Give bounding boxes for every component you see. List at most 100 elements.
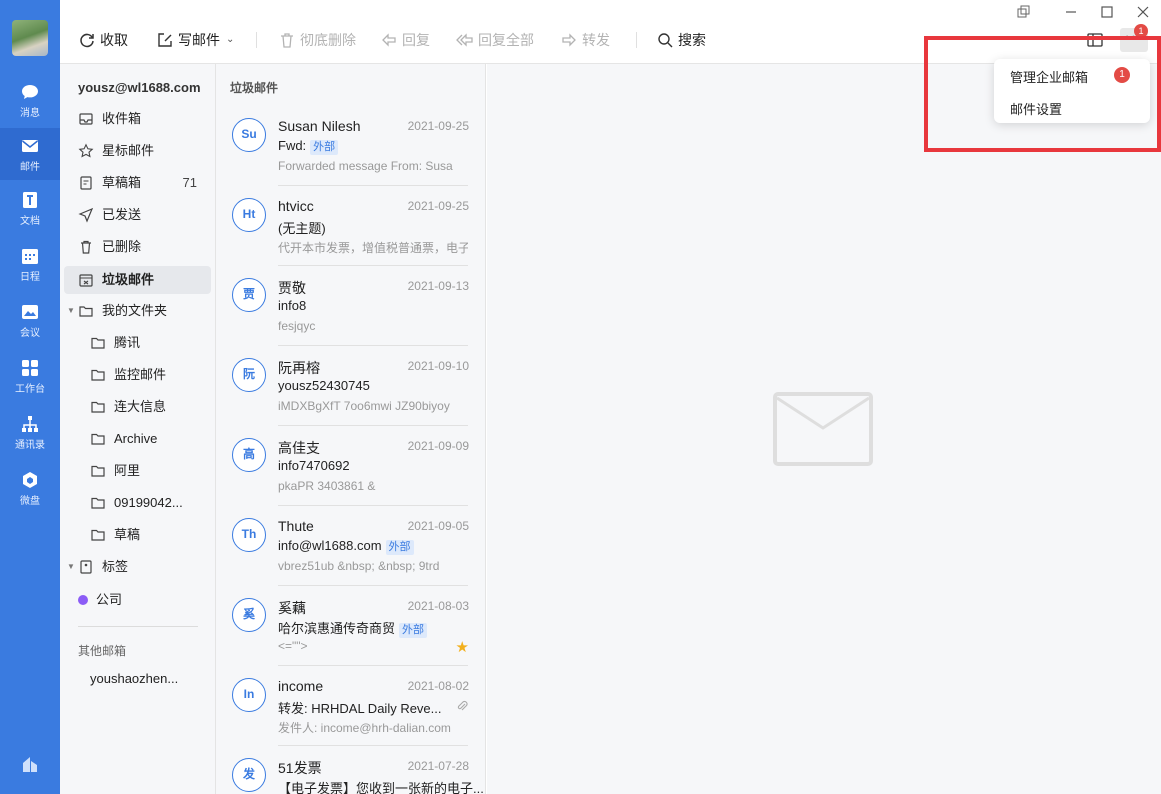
mail-item[interactable]: 发 51发票 2021-07-28 【电子发票】您收到一张新的电子... [216, 746, 485, 794]
mail-item[interactable]: Ht htvicc 2021-09-25 (无主题) 代开本市发票，增值税普通票，电子 [216, 186, 485, 266]
folder-item[interactable]: 连大信息 [64, 393, 211, 421]
folder-icon [91, 337, 105, 349]
chevron-down-icon[interactable]: ⌄ [226, 30, 234, 50]
search-icon [658, 33, 673, 48]
folder-icon [91, 497, 105, 509]
star-icon[interactable]: ★ [456, 638, 469, 656]
receive-button[interactable]: 收取 [78, 30, 128, 50]
popout-icon[interactable] [1015, 4, 1031, 20]
receive-label: 收取 [100, 32, 128, 48]
folder-stack-icon [79, 306, 93, 317]
folder-label: 草稿 [114, 527, 141, 542]
folder-item[interactable]: 阿里 [64, 457, 211, 485]
folder-item[interactable]: 腾讯 [64, 329, 211, 357]
workbench-icon [22, 360, 38, 376]
compose-icon [158, 33, 172, 47]
folder-group-tags[interactable]: ▼ 标签 [64, 553, 211, 581]
sender-avatar: 贾 [232, 278, 266, 312]
folder-spam[interactable]: 垃圾邮件 [64, 266, 211, 294]
mail-item[interactable]: 高高佳支 2021-09-09 info7470692 pkaPR 3403861 & [216, 426, 485, 506]
close-icon[interactable] [1135, 4, 1151, 20]
external-tag: 外部 [310, 140, 339, 155]
mail-subject: Fwd: 外部 [278, 138, 339, 155]
mail-item[interactable]: 奚奚藕 2021-08-03 哈尔滨惠通传奇商贸 外部 <=""> ★ [216, 586, 485, 666]
sidebar-item-meeting[interactable]: 会议 [0, 294, 60, 346]
sidebar-item-label: 邮件 [20, 162, 40, 173]
folder-item[interactable]: Archive [64, 425, 211, 453]
folder-drafts[interactable]: 草稿箱 71 [64, 169, 211, 197]
mail-subject-text: 【电子发票】您收到一张新的电子... [278, 781, 484, 794]
mail-subject-text: info@wl1688.com [278, 538, 382, 553]
other-mailbox-account[interactable]: youshaozhen... [90, 671, 178, 686]
minimize-icon[interactable] [1063, 4, 1079, 20]
mail-item[interactable]: Su Susan Nilesh 2021-09-25 Fwd: 外部 Forwarded … [216, 106, 485, 186]
folder-inbox[interactable]: 收件箱 [64, 105, 211, 133]
folder-label: 监控邮件 [114, 367, 167, 382]
search-button[interactable]: 搜索 [656, 30, 706, 50]
folder-item[interactable]: 监控邮件 [64, 361, 211, 389]
sender-name: 高佳支 [278, 440, 320, 456]
sidebar-item-drive[interactable]: 微盘 [0, 462, 60, 514]
mail-subject-text: Fwd: [278, 138, 307, 153]
folder-starred[interactable]: 星标邮件 [64, 137, 211, 165]
mail-preview: iMDXBgXfT 7oo6mwi JZ90biyoy [278, 399, 450, 413]
tag-item[interactable]: 公司 [64, 586, 211, 614]
folder-label: 连大信息 [114, 399, 167, 414]
mail-icon [22, 140, 38, 152]
mail-item[interactable]: Th Thute 2021-09-05 info@wl1688.com 外部 vbrez5… [216, 506, 485, 586]
forward-button[interactable]: 转发 [560, 30, 610, 50]
tag-color-dot [78, 595, 88, 605]
mail-subject: info8 [278, 298, 306, 313]
folder-group-my-folders[interactable]: ▼ 我的文件夹 [64, 297, 211, 325]
folder-label: 阿里 [114, 463, 141, 478]
caret-down-icon[interactable]: ▼ [67, 553, 75, 581]
mail-subject: info7470692 [278, 458, 350, 473]
sidebar-item-messages[interactable]: 消息 [0, 74, 60, 126]
mail-item[interactable]: In income 2021-08-02 转发: HRHDAL Daily Reve.… [216, 666, 485, 746]
reply-icon [382, 33, 396, 47]
external-tag: 外部 [399, 623, 428, 638]
trash-icon [281, 33, 293, 48]
user-avatar[interactable] [12, 20, 48, 56]
sidebar-item-mail[interactable]: 邮件 [0, 128, 60, 180]
delete-permanently-button[interactable]: 彻底删除 [278, 30, 356, 50]
sender-avatar: Ht [232, 198, 266, 232]
mail-subject: 【电子发票】您收到一张新的电子... [278, 778, 484, 794]
external-tag: 外部 [385, 540, 414, 555]
folder-label: 腾讯 [114, 335, 141, 350]
compose-label: 写邮件 [178, 32, 220, 48]
maximize-icon[interactable] [1099, 4, 1115, 20]
mail-date: 2021-08-02 [407, 679, 469, 693]
folder-sent[interactable]: 已发送 [64, 201, 211, 229]
folder-pane: yousz@wl1688.com 收件箱 星标邮件 草稿箱 71 已发送 已删除… [60, 64, 216, 794]
reply-button[interactable]: 回复 [380, 30, 430, 50]
mail-item[interactable]: 贾贾敬 2021-09-13 info8 fesjqyc [216, 266, 485, 346]
sidebar-item-label: 文档 [20, 216, 40, 227]
folder-deleted[interactable]: 已删除 [64, 233, 211, 261]
list-title: 垃圾邮件 [230, 81, 279, 95]
toolbar-divider [636, 32, 637, 48]
mail-subject-text: info7470692 [278, 458, 350, 473]
sidebar-item-contacts[interactable]: 通讯录 [0, 406, 60, 458]
caret-down-icon[interactable]: ▼ [67, 297, 75, 325]
reading-pane [487, 64, 1161, 794]
folder-item[interactable]: 草稿 [64, 521, 211, 549]
mail-date: 2021-09-09 [407, 439, 469, 453]
document-icon [23, 192, 37, 208]
search-label: 搜索 [678, 32, 706, 48]
folder-item[interactable]: 09199042... [64, 489, 211, 517]
sidebar-item-calendar[interactable]: 日程 [0, 238, 60, 290]
mail-date: 2021-09-25 [407, 199, 469, 213]
sidebar-item-workbench[interactable]: 工作台 [0, 350, 60, 402]
sender-avatar: 奚 [232, 598, 266, 632]
mail-subject-text: 哈尔滨惠通传奇商贸 [278, 621, 396, 636]
account-name[interactable]: yousz@wl1688.com [78, 80, 201, 95]
compose-button[interactable]: 写邮件 ⌄ [156, 30, 234, 50]
sidebar-item-label: 通讯录 [15, 440, 45, 451]
mail-list: 垃圾邮件 Su Susan Nilesh 2021-09-25 Fwd: 外部 Forwa… [216, 64, 486, 794]
mail-item[interactable]: 阮阮再榕 2021-09-10 yousz52430745 iMDXBgXfT 7oo… [216, 346, 485, 426]
sidebar-item-docs[interactable]: 文档 [0, 182, 60, 234]
home-icon[interactable] [20, 754, 40, 774]
reply-all-button[interactable]: 回复全部 [456, 30, 534, 50]
sidebar-item-label: 消息 [20, 108, 40, 119]
